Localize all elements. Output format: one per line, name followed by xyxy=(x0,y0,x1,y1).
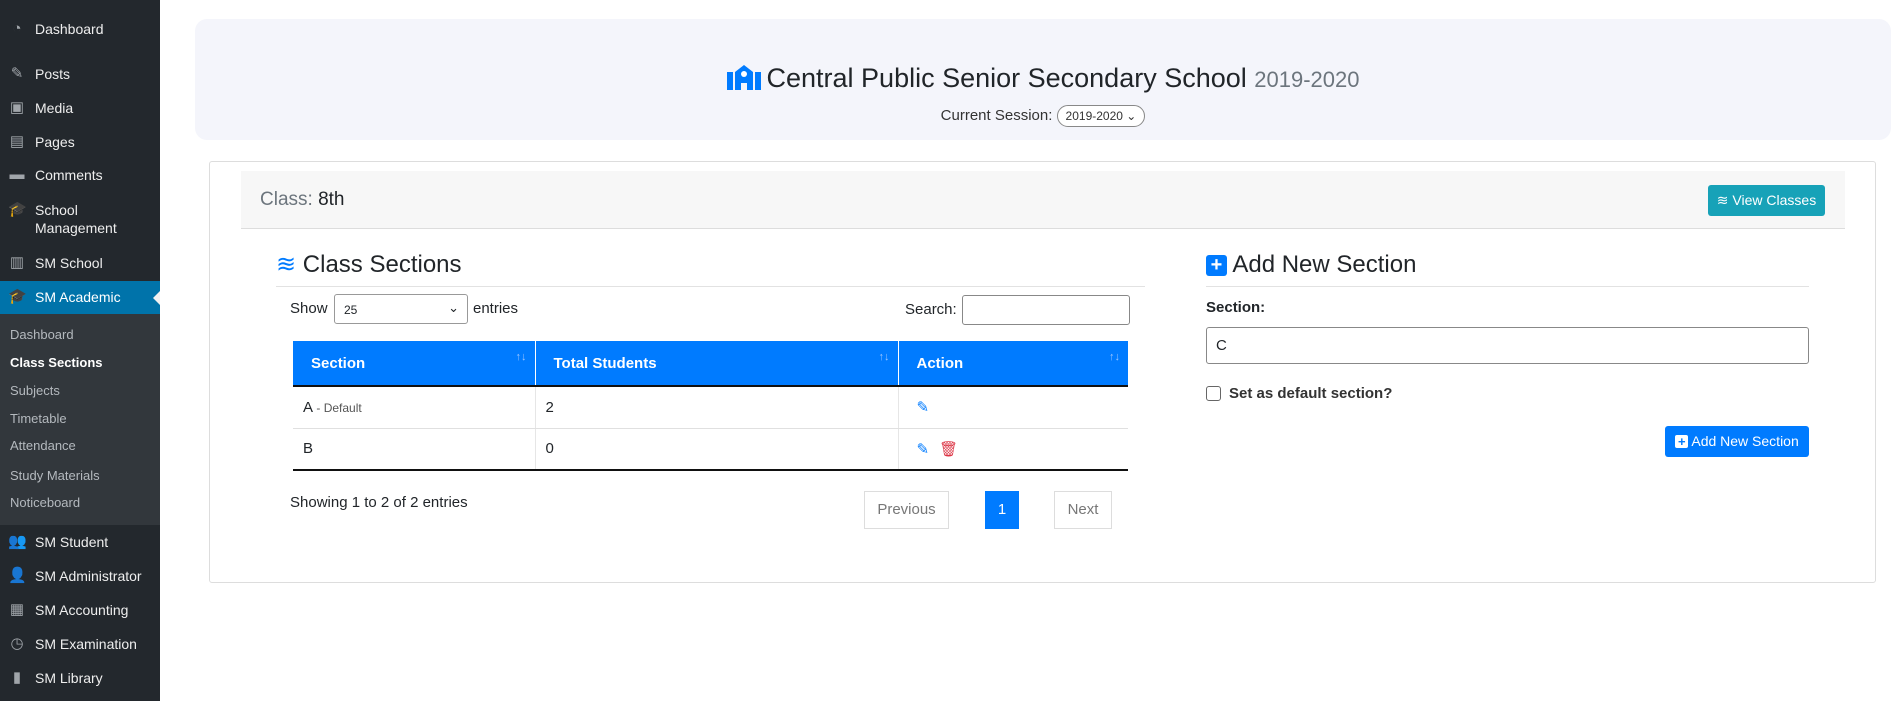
dashboard-icon: ◔ xyxy=(12,20,22,37)
total-cell: 0 xyxy=(535,428,899,471)
sort-icon: ↑↓ xyxy=(878,351,890,363)
building-icon: ▥ xyxy=(9,254,25,271)
action-cell: ✎ 🗑 xyxy=(898,428,1128,471)
total-cell: 2 xyxy=(535,386,899,429)
media-icon: ▣ xyxy=(9,99,25,116)
search-input[interactable] xyxy=(962,295,1130,325)
session-row: Current Session: 2019-2020 ⌄ xyxy=(195,105,1891,127)
school-icon xyxy=(726,65,761,90)
session-select[interactable]: 2019-2020 ⌄ xyxy=(1056,105,1146,127)
divider xyxy=(276,286,1145,287)
graduation-cap-icon: 🎓 xyxy=(8,201,27,218)
comment-icon: ▬ xyxy=(9,166,25,183)
admin-sidebar: ◔ Dashboard ✎ Posts ▣ Media ▤ Pages ▬ Comment… xyxy=(0,0,160,701)
entries-label: entries xyxy=(473,300,519,317)
submenu-study-materials[interactable]: Study Materials xyxy=(10,468,100,484)
trash-icon[interactable]: 🗑 xyxy=(939,440,958,458)
column-header-total-students[interactable]: Total Students ↑↓ xyxy=(535,341,899,387)
plus-square-icon: + xyxy=(1206,255,1227,276)
submenu-noticeboard[interactable]: Noticeboard xyxy=(10,495,80,511)
action-cell: ✎ xyxy=(898,386,1128,429)
table-row: A - Default 2 ✎ xyxy=(293,386,1128,429)
pin-icon: ✎ xyxy=(10,65,24,82)
layers-icon: ≋ xyxy=(276,251,297,278)
section-label: Section: xyxy=(1206,299,1266,316)
table-info: Showing 1 to 2 of 2 entries xyxy=(290,494,468,511)
chevron-down-icon: ⌄ xyxy=(1126,109,1137,123)
ledger-icon: ▦ xyxy=(9,601,25,618)
class-sections-heading: ≋ Class Sections xyxy=(276,251,462,278)
add-new-section-button[interactable]: + Add New Section xyxy=(1665,426,1809,457)
chevron-down-icon: ⌄ xyxy=(448,300,459,315)
column-header-section[interactable]: Section ↑↓ xyxy=(293,341,536,387)
graduation-cap-icon: 🎓 xyxy=(8,288,27,305)
edit-pencil-icon[interactable]: ✎ xyxy=(917,398,930,416)
school-header: Central Public Senior Secondary School 2… xyxy=(195,19,1891,140)
divider xyxy=(1206,286,1809,287)
section-cell: B xyxy=(293,428,536,471)
next-page-button[interactable]: Next xyxy=(1054,491,1112,529)
default-section-label[interactable]: Set as default section? xyxy=(1229,385,1392,402)
submenu-class-sections[interactable]: Class Sections xyxy=(10,355,103,371)
column-header-action[interactable]: Action ↑↓ xyxy=(898,341,1128,387)
add-section-heading: + Add New Section xyxy=(1206,251,1416,279)
card-header: Class: 8th xyxy=(241,171,1845,229)
search-label: Search: xyxy=(905,301,957,318)
sort-icon: ↑↓ xyxy=(1109,351,1120,363)
section-cell: A - Default xyxy=(293,386,536,429)
view-classes-button[interactable]: ≋ View Classes xyxy=(1708,185,1825,216)
plus-square-icon: + xyxy=(1675,435,1689,448)
edit-pencil-icon[interactable]: ✎ xyxy=(917,440,930,458)
class-title: Class: 8th xyxy=(260,189,345,210)
school-title: Central Public Senior Secondary School 2… xyxy=(195,63,1891,95)
book-icon: ▮ xyxy=(12,669,22,686)
section-input[interactable]: C xyxy=(1206,327,1809,364)
show-label: Show xyxy=(290,300,328,317)
submenu-attendance[interactable]: Attendance xyxy=(10,438,76,454)
page-1-button[interactable]: 1 xyxy=(985,491,1019,529)
pages-icon: ▤ xyxy=(9,133,25,150)
submenu-dashboard[interactable]: Dashboard xyxy=(10,327,74,343)
layers-icon: ≋ xyxy=(1716,192,1729,208)
submenu-subjects[interactable]: Subjects xyxy=(10,383,60,399)
entries-length-select[interactable]: 25 ⌄ xyxy=(334,294,468,324)
sections-table: Section ↑↓ Total Students ↑↓ Action ↑↓ A - … xyxy=(293,341,1128,471)
user-icon: 👤 xyxy=(8,567,27,584)
submenu: Dashboard Class Sections Subjects Timeta… xyxy=(0,314,160,525)
previous-page-button[interactable]: Previous xyxy=(864,491,949,529)
default-section-checkbox[interactable] xyxy=(1206,386,1221,401)
users-icon: 👥 xyxy=(8,533,27,550)
submenu-timetable[interactable]: Timetable xyxy=(10,411,67,427)
table-row: B 0 ✎ 🗑 xyxy=(293,428,1128,471)
sort-icon: ↑↓ xyxy=(515,351,527,363)
clock-icon: ◷ xyxy=(10,635,24,652)
